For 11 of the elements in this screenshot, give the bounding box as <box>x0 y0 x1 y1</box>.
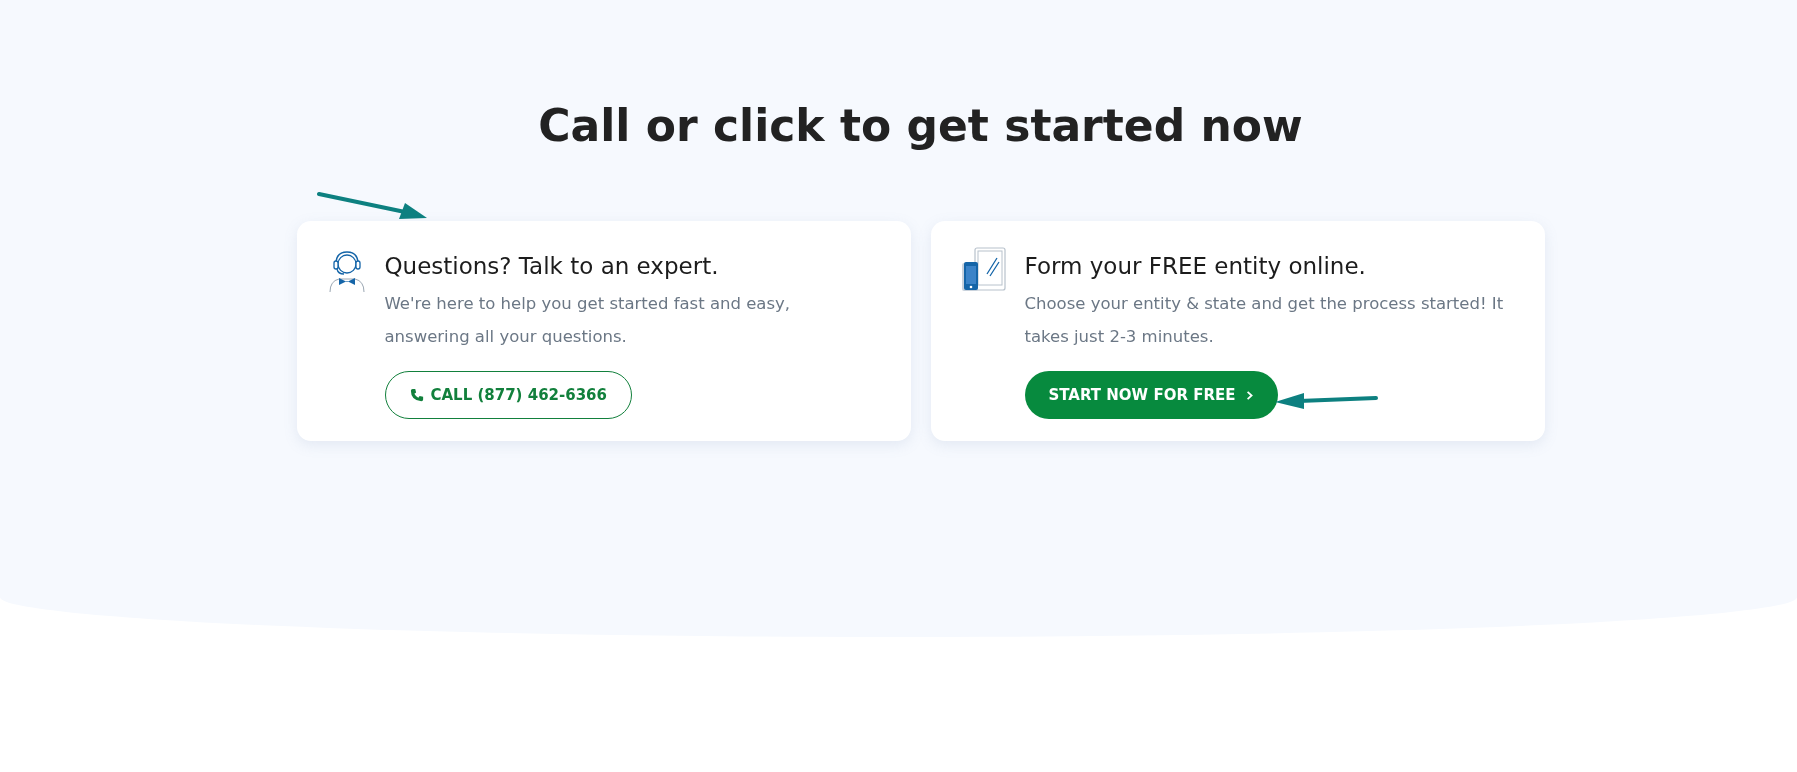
tablet-phone-icon <box>960 246 1007 294</box>
call-button[interactable]: CALL (877) 462-6366 <box>384 371 632 419</box>
card-description: Choose your entity & state and get the process started! It takes just 2-3 minutes. <box>1024 293 1505 348</box>
section-heading: Call or click to get started now <box>537 100 1304 151</box>
chevron-right-icon <box>1246 389 1255 401</box>
card-description: We're here to help you get started fast and easy, answering all your questions. <box>384 293 792 348</box>
start-button[interactable]: START NOW FOR FREE <box>1024 371 1279 419</box>
phone-icon <box>409 388 424 402</box>
card-title: Form your FREE entity online. <box>1024 252 1366 281</box>
card-title: Questions? Talk to an expert. <box>384 252 719 281</box>
support-agent-icon <box>326 249 367 293</box>
